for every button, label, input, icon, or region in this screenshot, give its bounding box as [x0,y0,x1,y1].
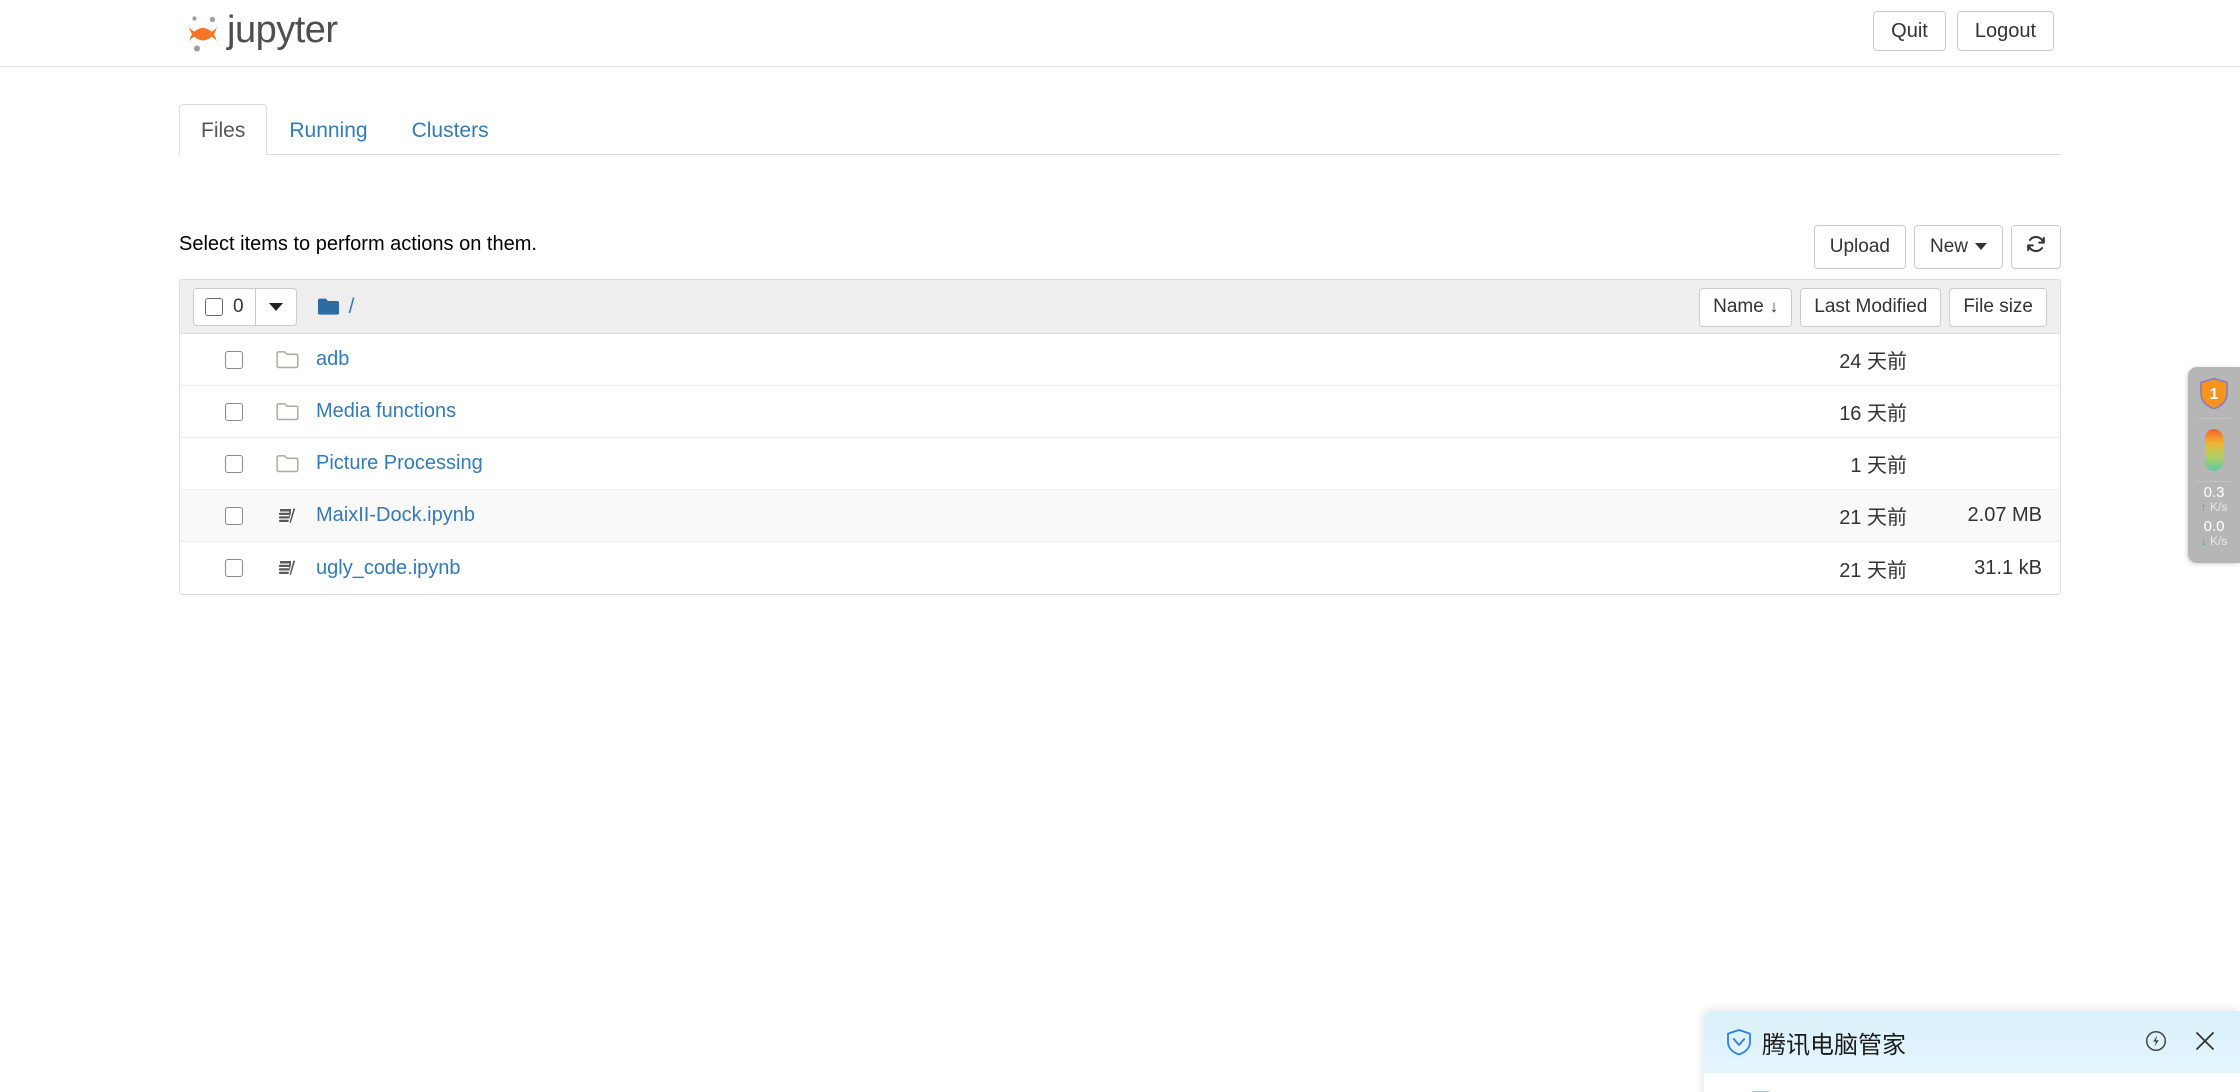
upload-speed-stat: 0.3 ↑ K/s [2201,482,2228,516]
row-checkbox[interactable] [225,506,243,525]
tab-running[interactable]: Running [267,104,389,155]
upload-button[interactable]: Upload [1813,225,1906,269]
sort-by-size-button[interactable]: File size [1949,288,2047,327]
select-all-checkbox-cell[interactable]: 0 [194,288,256,325]
file-link[interactable]: adb [316,348,349,371]
file-modified: 21 天前 [1839,559,1907,582]
download-unit-label: K/s [2210,534,2228,549]
jupyter-logo-text: jupyter [227,9,338,51]
file-list-header: 0 / Name ↓ Last Modified File size [180,280,2060,334]
tencent-shield-icon [1727,1029,1751,1056]
popup-header: 腾讯电脑管家 [1704,1011,2240,1073]
file-link[interactable]: Media functions [316,400,456,423]
quit-button[interactable]: Quit [1873,11,1946,51]
sort-name-label: Name [1713,296,1764,317]
file-modified: 16 天前 [1839,403,1907,425]
select-items-hint: Select items to perform actions on them. [179,233,537,255]
logout-button[interactable]: Logout [1956,11,2054,51]
new-label: New [1929,235,1968,257]
file-modified: 21 天前 [1839,507,1907,529]
close-icon[interactable] [2192,1028,2218,1054]
upload-speed-unit: ↑ K/s [2200,499,2228,514]
arrow-down-icon: ↓ [2200,534,2207,549]
tencent-manager-popup[interactable]: 腾讯电脑管家 [1704,1011,2240,1092]
tab-files[interactable]: Files [179,103,268,155]
selected-count: 0 [233,295,244,317]
jupyter-logo-icon [189,16,217,52]
folder-outline-icon [276,350,299,368]
folder-filled-icon [317,298,339,315]
popup-title: 腾讯电脑管家 [1762,1030,1906,1059]
arrow-up-icon: ↑ [2200,499,2207,514]
chevron-down-icon [268,302,283,311]
breadcrumb: / [317,295,355,319]
shield-icon[interactable]: 1 [2199,377,2229,410]
folder-outline-icon [276,454,299,472]
tab-clusters[interactable]: Clusters [390,104,511,155]
file-size: 31.1 kB [1974,556,2042,579]
table-row[interactable]: MaixII-Dock.ipynb 21 天前 2.07 MB [180,490,2060,542]
download-speed-stat: 0.0 ↓ K/s [2201,516,2228,550]
file-modified: 24 天前 [1839,351,1907,373]
sort-by-name-button[interactable]: Name ↓ [1699,288,1793,327]
file-modified: 1 天前 [1850,455,1907,477]
file-link[interactable]: Picture Processing [316,452,483,475]
popup-body: U盘(E:) 打开 退出 CSDN @革斤要加油 [1720,1073,2224,1092]
select-dropdown-button[interactable] [256,289,296,325]
row-checkbox[interactable] [225,350,243,369]
file-link[interactable]: ugly_code.ipynb [316,557,461,580]
row-checkbox[interactable] [225,402,243,421]
refresh-icon [2027,236,2045,252]
network-speed-widget[interactable]: 1 0.3 ↑ K/s 0.0 ↓ K/s [2188,367,2240,563]
upload-unit-label: K/s [2210,499,2228,514]
refresh-button[interactable] [2011,225,2061,269]
table-row[interactable]: adb 24 天前 [180,334,2060,386]
notebook-icon [278,560,297,575]
main-tabs: Files Running Clusters [179,103,2061,155]
sort-controls: Name ↓ Last Modified File size [1699,288,2047,327]
file-size: 2.07 MB [1967,504,2042,526]
breadcrumb-root-link[interactable]: / [349,295,355,319]
notebook-icon [278,508,297,523]
shield-badge-count: 1 [2210,386,2219,403]
upload-speed-value: 0.3 [2203,484,2225,501]
popup-actions [2144,1028,2218,1054]
page-header: jupyter Quit Logout [0,0,2240,67]
lightning-circle-icon[interactable] [2144,1029,2168,1053]
sort-by-modified-button[interactable]: Last Modified [1800,288,1942,327]
jupyter-logo[interactable]: jupyter [185,8,338,56]
divider [2197,418,2231,419]
action-bar-buttons: Upload New [1806,225,2061,269]
row-checkbox[interactable] [225,454,243,473]
action-bar: Select items to perform actions on them.… [179,225,2061,271]
table-row[interactable]: Picture Processing 1 天前 [180,438,2060,490]
file-link[interactable]: MaixII-Dock.ipynb [316,504,475,527]
header-actions: Quit Logout [1873,11,2054,51]
folder-outline-icon [276,402,299,420]
thermometer-icon [2205,429,2223,471]
chevron-down-icon [1975,242,1987,250]
table-row[interactable]: Media functions 16 天前 [180,386,2060,438]
download-speed-unit: ↓ K/s [2201,535,2228,548]
sort-descending-arrow-icon: ↓ [1769,297,1779,316]
table-row[interactable]: ugly_code.ipynb 21 天前 31.1 kB [180,542,2060,594]
row-checkbox[interactable] [225,559,243,577]
select-all-group: 0 [193,287,297,326]
select-all-checkbox[interactable] [205,297,223,316]
file-list: 0 / Name ↓ Last Modified File size adb 2… [179,279,2061,595]
new-dropdown-button[interactable]: New [1913,225,2003,269]
download-speed-value: 0.0 [2203,518,2225,536]
